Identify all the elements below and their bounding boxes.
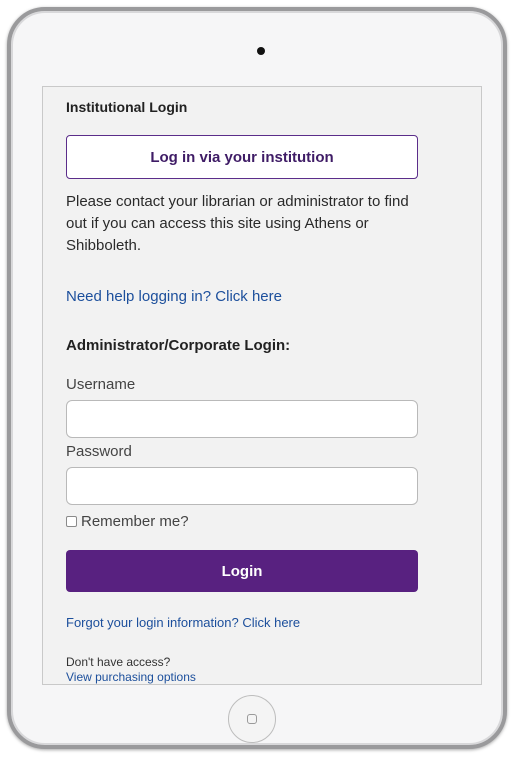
forgot-login-link[interactable]: Forgot your login information? Click her… (66, 615, 300, 630)
home-square-icon (247, 714, 257, 724)
help-login-link[interactable]: Need help logging in? Click here (66, 288, 282, 305)
institution-login-button[interactable]: Log in via your institution (66, 135, 418, 179)
tablet-home-button[interactable] (228, 695, 276, 743)
password-label: Password (66, 443, 132, 460)
institution-info-text: Please contact your librarian or adminis… (66, 193, 409, 254)
remember-me-label: Remember me? (81, 513, 189, 530)
username-input[interactable] (66, 400, 418, 438)
password-input[interactable] (66, 467, 418, 505)
camera-dot (257, 47, 265, 55)
remember-me-checkbox[interactable] (66, 516, 77, 527)
login-screen: Institutional Login Log in via your inst… (42, 86, 482, 685)
username-label: Username (66, 376, 136, 393)
remember-me-row[interactable]: Remember me? (66, 513, 189, 530)
login-button[interactable]: Login (66, 550, 418, 592)
no-access-text: Don't have access? (66, 655, 171, 669)
admin-login-heading: Administrator/Corporate Login: (66, 337, 291, 354)
purchasing-options-link[interactable]: View purchasing options (66, 670, 196, 684)
institutional-login-heading: Institutional Login (66, 99, 188, 115)
